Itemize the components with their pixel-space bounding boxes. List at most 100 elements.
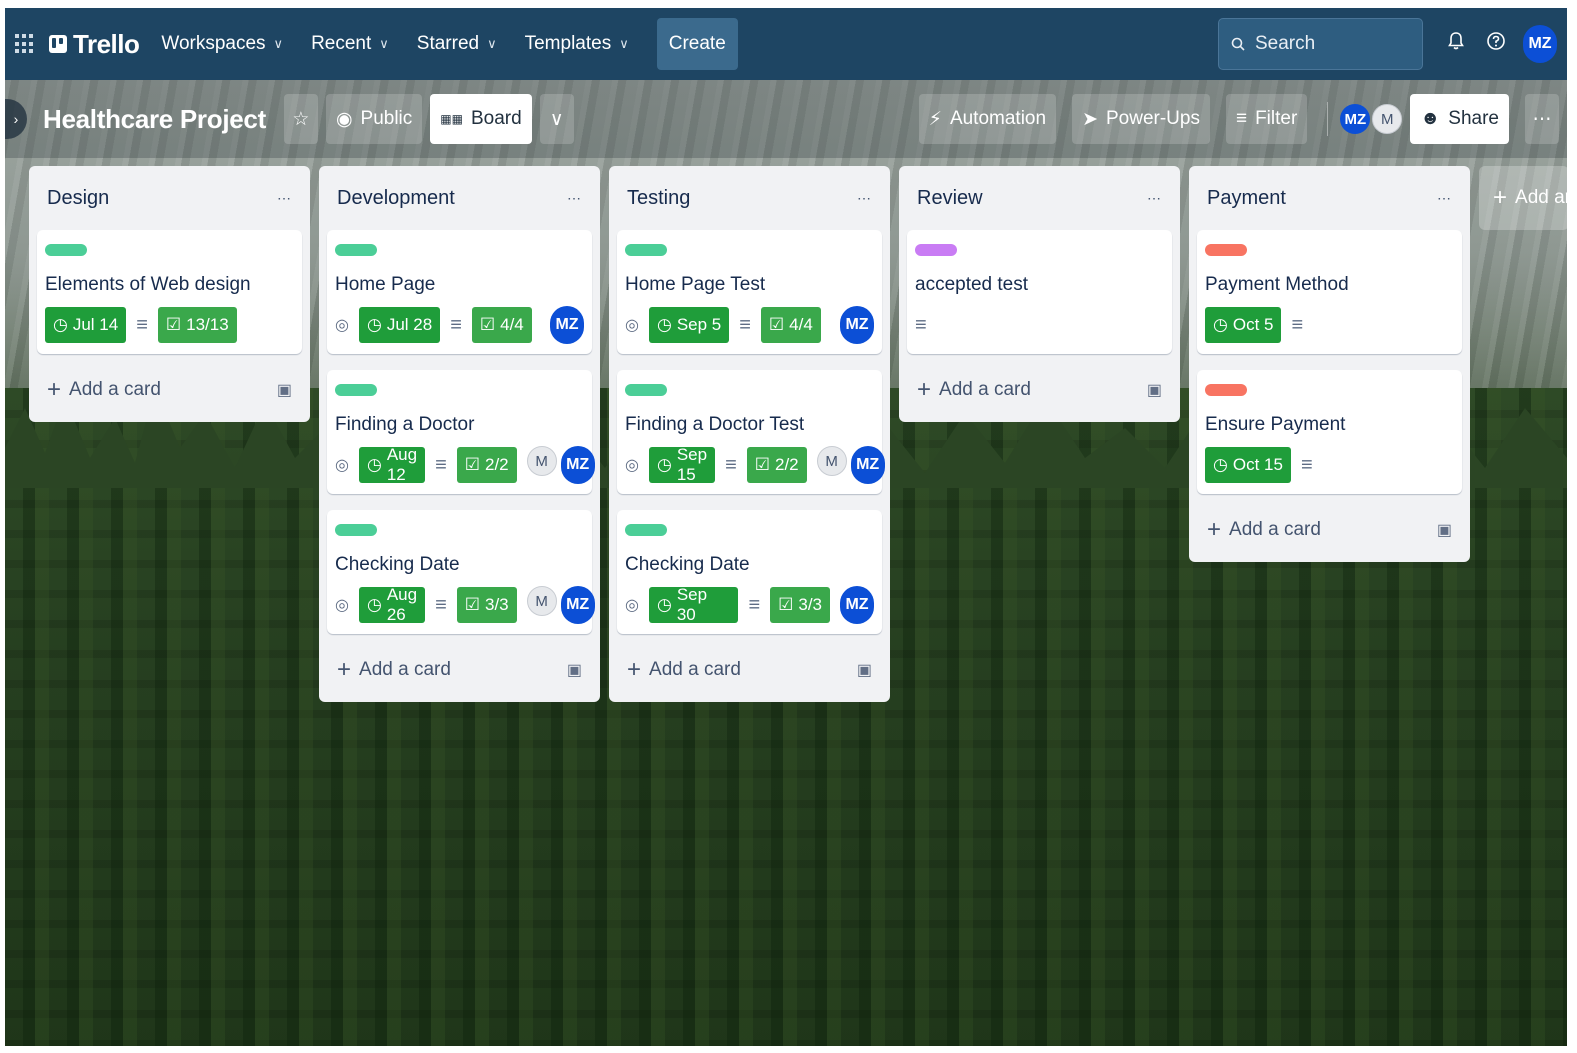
add-card-button[interactable]: + Add a card ▣ [1197, 506, 1462, 554]
card-label[interactable] [625, 384, 667, 396]
list-menu-icon[interactable]: ⋯ [277, 190, 292, 207]
board-view-button[interactable]: ▦▦ Board [430, 94, 532, 144]
board-member-avatar[interactable]: M [1372, 104, 1403, 134]
due-date-badge[interactable]: ◷ Oct 15 [1205, 447, 1291, 483]
card-label[interactable] [1205, 244, 1247, 256]
powerups-button[interactable]: ➤ Power-Ups [1072, 94, 1210, 144]
list-title[interactable]: Design [47, 187, 109, 210]
member-avatar[interactable]: M [526, 586, 557, 616]
help-icon[interactable] [1483, 31, 1509, 57]
card[interactable]: Finding a Doctor Test ◎ ◷ Sep 15 ≡ ☑ 2/2 M MZ [617, 370, 885, 494]
add-card-button[interactable]: + Add a card ▣ [617, 646, 882, 694]
filter-button[interactable]: ≡ Filter [1225, 94, 1308, 144]
app-switcher-icon[interactable] [15, 34, 35, 54]
add-card-button[interactable]: + Add a card ▣ [907, 366, 1172, 414]
add-list-button[interactable]: + Add another list [1479, 166, 1567, 230]
card[interactable]: Checking Date ◎ ◷ Sep 30 ≡ ☑ 3/3 MZ [617, 510, 882, 634]
share-label: Share [1448, 108, 1499, 129]
add-card-left: + Add a card [627, 656, 741, 684]
list-title[interactable]: Development [337, 187, 455, 210]
card-label[interactable] [625, 244, 667, 256]
list-menu-icon[interactable]: ⋯ [1147, 190, 1162, 207]
member-avatar[interactable]: MZ [560, 446, 595, 484]
list-menu-icon[interactable]: ⋯ [857, 190, 872, 207]
list-title[interactable]: Review [917, 187, 983, 210]
star-icon: ☆ [292, 108, 310, 130]
clock-icon: ◷ [366, 455, 382, 474]
card-label[interactable] [335, 384, 377, 396]
card[interactable]: Checking Date ◎ ◷ Aug 26 ≡ ☑ 3/3 M MZ [327, 510, 595, 634]
clock-icon: ◷ [656, 455, 672, 474]
add-card-label: Add a card [939, 379, 1031, 400]
bell-icon[interactable] [1443, 31, 1469, 57]
nav-recent[interactable]: Recent ∨ [311, 33, 389, 55]
card[interactable]: Home Page Test ◎ ◷ Sep 5 ≡ ☑ 4/4 MZ [617, 230, 882, 354]
member-avatar[interactable]: MZ [840, 306, 874, 344]
member-avatar[interactable]: MZ [840, 586, 874, 624]
user-avatar[interactable]: MZ [1523, 25, 1557, 63]
checklist-label: 4/4 [500, 315, 524, 334]
card[interactable]: Elements of Web design ◷ Jul 14 ≡ ☑ 13/13 [37, 230, 302, 354]
visibility-button[interactable]: ◉ Public [325, 94, 423, 144]
due-date-badge[interactable]: ◷ Sep 30 [648, 585, 739, 624]
due-date-label: Aug 12 [386, 445, 418, 484]
member-avatar[interactable]: MZ [550, 306, 584, 344]
nav-templates[interactable]: Templates ∨ [525, 33, 629, 55]
due-date-badge[interactable]: ◷ Jul 28 [358, 307, 441, 343]
due-date-badge[interactable]: ◷ Aug 12 [358, 445, 426, 484]
list-title[interactable]: Payment [1207, 187, 1286, 210]
card-label[interactable] [1205, 384, 1247, 396]
eye-icon: ◎ [335, 317, 349, 334]
description-icon: ≡ [435, 593, 447, 616]
card[interactable]: Finding a Doctor ◎ ◷ Aug 12 ≡ ☑ 2/2 M MZ [327, 370, 595, 494]
card[interactable]: Ensure Payment ◷ Oct 15 ≡ [1197, 370, 1462, 494]
add-card-button[interactable]: + Add a card ▣ [327, 646, 592, 694]
board-menu-button[interactable]: ⋯ [1525, 94, 1559, 144]
card[interactable]: accepted test ≡ [907, 230, 1172, 354]
create-button[interactable]: Create [656, 18, 738, 70]
share-button[interactable]: ☻ Share [1410, 94, 1509, 144]
list-menu-icon[interactable]: ⋯ [1437, 190, 1452, 207]
board-title[interactable]: Healthcare Project [43, 104, 266, 135]
top-navigation: Trello Workspaces ∨ Recent ∨ Starred ∨ T… [5, 8, 1567, 80]
card-label[interactable] [335, 524, 377, 536]
member-avatar[interactable]: M [526, 446, 557, 476]
sidebar-expand-button[interactable]: › [5, 99, 27, 139]
card-template-icon[interactable]: ▣ [567, 660, 582, 680]
eye-icon: ◎ [625, 457, 639, 474]
list-title[interactable]: Testing [627, 187, 690, 210]
card-label[interactable] [915, 244, 957, 256]
list-menu-icon[interactable]: ⋯ [567, 190, 582, 207]
card-label[interactable] [335, 244, 377, 256]
card-template-icon[interactable]: ▣ [1147, 380, 1162, 400]
star-board-button[interactable]: ☆ [283, 94, 318, 144]
automation-button[interactable]: ⚡︎ Automation [918, 94, 1057, 144]
member-avatar[interactable]: MZ [560, 586, 595, 624]
nav-templates-label: Templates [524, 33, 612, 54]
nav-workspaces[interactable]: Workspaces ∨ [161, 33, 283, 55]
due-date-badge[interactable]: ◷ Jul 14 [45, 307, 127, 343]
view-switcher-button[interactable]: ∨ [539, 94, 574, 144]
card-label[interactable] [45, 244, 87, 256]
member-avatar[interactable]: M [816, 446, 847, 476]
due-date-badge[interactable]: ◷ Sep 15 [648, 445, 716, 484]
chevron-right-icon: › [13, 111, 19, 127]
card[interactable]: Home Page ◎ ◷ Jul 28 ≡ ☑ 4/4 MZ [327, 230, 592, 354]
description-icon: ≡ [748, 593, 761, 616]
card-template-icon[interactable]: ▣ [277, 380, 292, 400]
card-template-icon[interactable]: ▣ [857, 660, 872, 680]
trello-logo[interactable]: Trello [49, 29, 140, 60]
due-date-badge[interactable]: ◷ Oct 5 [1205, 307, 1282, 343]
due-date-badge[interactable]: ◷ Aug 26 [358, 585, 426, 624]
due-date-badge[interactable]: ◷ Sep 5 [648, 307, 730, 343]
card-label[interactable] [625, 524, 667, 536]
member-avatar[interactable]: MZ [850, 446, 885, 484]
card[interactable]: Payment Method ◷ Oct 5 ≡ [1197, 230, 1462, 354]
add-card-button[interactable]: + Add a card ▣ [37, 366, 302, 414]
search-input[interactable]: Search [1218, 18, 1423, 70]
board-member-avatar[interactable]: MZ [1340, 104, 1371, 134]
app-frame: Trello Workspaces ∨ Recent ∨ Starred ∨ T… [5, 8, 1567, 1046]
description-icon: ≡ [136, 313, 148, 336]
nav-starred[interactable]: Starred ∨ [417, 33, 497, 55]
card-template-icon[interactable]: ▣ [1437, 520, 1452, 540]
